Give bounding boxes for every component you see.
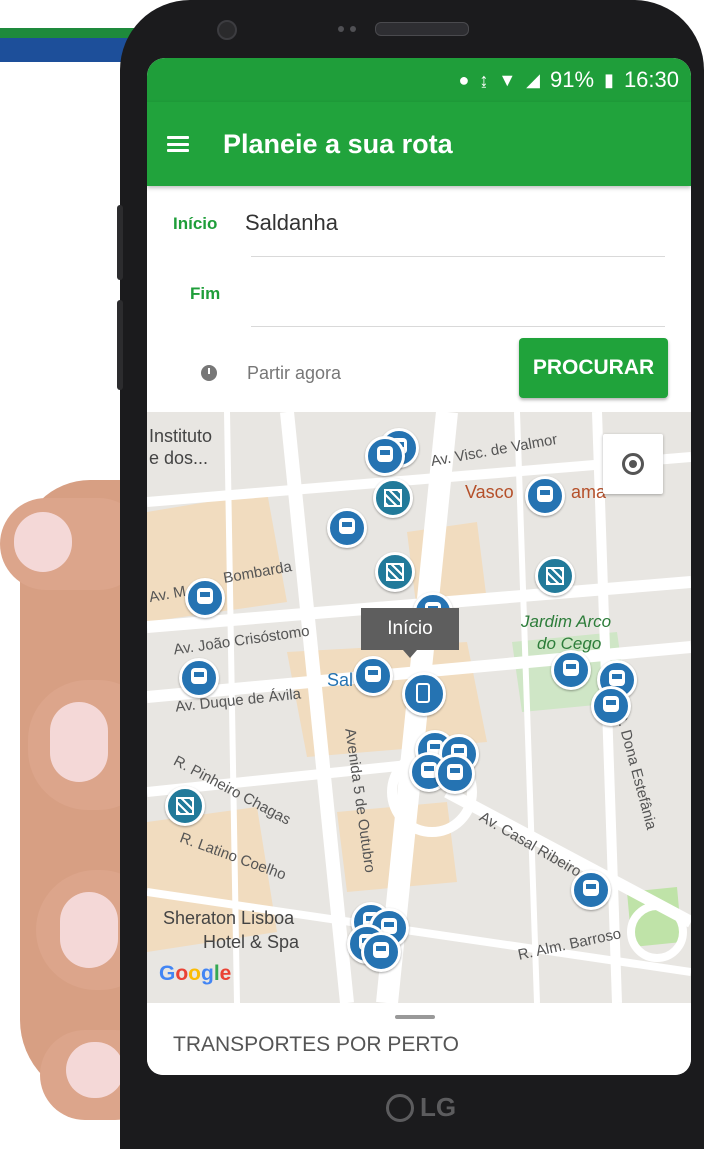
bus-stop-marker[interactable] <box>353 656 393 696</box>
clock-icon <box>201 365 217 381</box>
bus-stop-marker[interactable] <box>551 650 591 690</box>
fingernail <box>66 1042 124 1098</box>
route-form: Início Saldanha Fim Partir agora PROCURA… <box>147 186 691 412</box>
google-logo-letter: o <box>175 962 189 985</box>
google-logo: Google <box>159 962 231 986</box>
search-button[interactable]: PROCURAR <box>519 338 668 398</box>
vibrate-icon: ↨ <box>479 69 489 90</box>
signal-icon: ◢ <box>526 69 540 90</box>
google-logo-letter: e <box>219 962 232 985</box>
my-location-button[interactable] <box>603 434 663 494</box>
map-label: ama <box>571 482 607 502</box>
location-icon: ● <box>458 69 470 90</box>
bus-stop-marker[interactable] <box>361 932 401 972</box>
bus-stop-marker[interactable] <box>525 476 565 516</box>
end-field-underline <box>251 326 665 327</box>
bus-stop-marker[interactable] <box>591 686 631 726</box>
bus-stop-marker[interactable] <box>435 754 475 794</box>
fingernail <box>60 892 118 968</box>
battery-percent: 91% <box>549 67 595 92</box>
bus-stop-marker[interactable] <box>327 508 367 548</box>
depart-time-selector[interactable]: Partir agora <box>247 363 341 384</box>
brand-name: LG <box>420 1092 457 1122</box>
google-logo-letter: o <box>188 962 201 985</box>
battery-icon: ▮ <box>604 69 614 90</box>
start-field-underline <box>251 256 665 257</box>
phone-screen: ● ↨ ▼ ◢ 91% ▮ 16:30 Planeie a sua rota I… <box>147 58 691 1075</box>
bus-stop-marker[interactable] <box>365 436 405 476</box>
crosshair-icon <box>622 453 644 475</box>
earpiece-speaker <box>375 22 469 36</box>
front-camera-icon <box>217 20 237 40</box>
hamburger-menu-icon[interactable] <box>167 136 189 152</box>
start-location-marker[interactable] <box>402 672 446 716</box>
wifi-icon: ▼ <box>498 69 517 90</box>
clock-time: 16:30 <box>623 67 679 92</box>
lg-logo: LG <box>386 1092 456 1123</box>
google-logo-letter: g <box>201 962 214 985</box>
start-tooltip: Início <box>361 608 459 658</box>
map-label: e dos... <box>149 448 209 468</box>
end-field[interactable] <box>245 280 665 308</box>
bus-stop-marker[interactable] <box>571 870 611 910</box>
map-label: Sal <box>327 670 354 690</box>
map-label: Hotel & Spa <box>203 932 300 952</box>
metro-station-marker[interactable] <box>373 478 413 518</box>
status-bar: ● ↨ ▼ ◢ 91% ▮ 16:30 <box>147 58 691 102</box>
start-label: Início <box>173 214 218 233</box>
bottom-sheet[interactable]: TRANSPORTES POR PERTO <box>147 1003 691 1075</box>
google-logo-letter: G <box>159 962 176 985</box>
map-label: Jardim Arco <box>521 612 612 631</box>
end-label: Fim <box>190 284 221 303</box>
volume-button <box>117 205 123 280</box>
bus-stop-marker[interactable] <box>185 578 225 618</box>
drag-handle[interactable] <box>395 1015 435 1019</box>
metro-station-marker[interactable] <box>165 786 205 826</box>
bus-stop-marker[interactable] <box>179 658 219 698</box>
page-title: Planeie a sua rota <box>223 128 453 159</box>
map-label: Vasco <box>465 482 514 502</box>
start-field[interactable]: Saldanha <box>245 210 338 236</box>
sensor-icon <box>338 26 358 32</box>
phone-top-hardware <box>120 0 704 60</box>
power-button <box>117 300 123 390</box>
app-bar: Planeie a sua rota <box>147 102 691 186</box>
map-label: Instituto <box>149 426 213 446</box>
metro-station-marker[interactable] <box>535 556 575 596</box>
nearby-transport-title: TRANSPORTES POR PERTO <box>173 1033 459 1056</box>
fingernail <box>50 702 108 782</box>
map-view[interactable]: Instituto e dos... Av. Visc. de Valmor V… <box>147 412 691 1003</box>
lg-circle-icon <box>386 1093 414 1122</box>
fingernail <box>14 512 72 572</box>
metro-station-marker[interactable] <box>375 552 415 592</box>
map-label: Sheraton Lisboa <box>163 908 295 928</box>
